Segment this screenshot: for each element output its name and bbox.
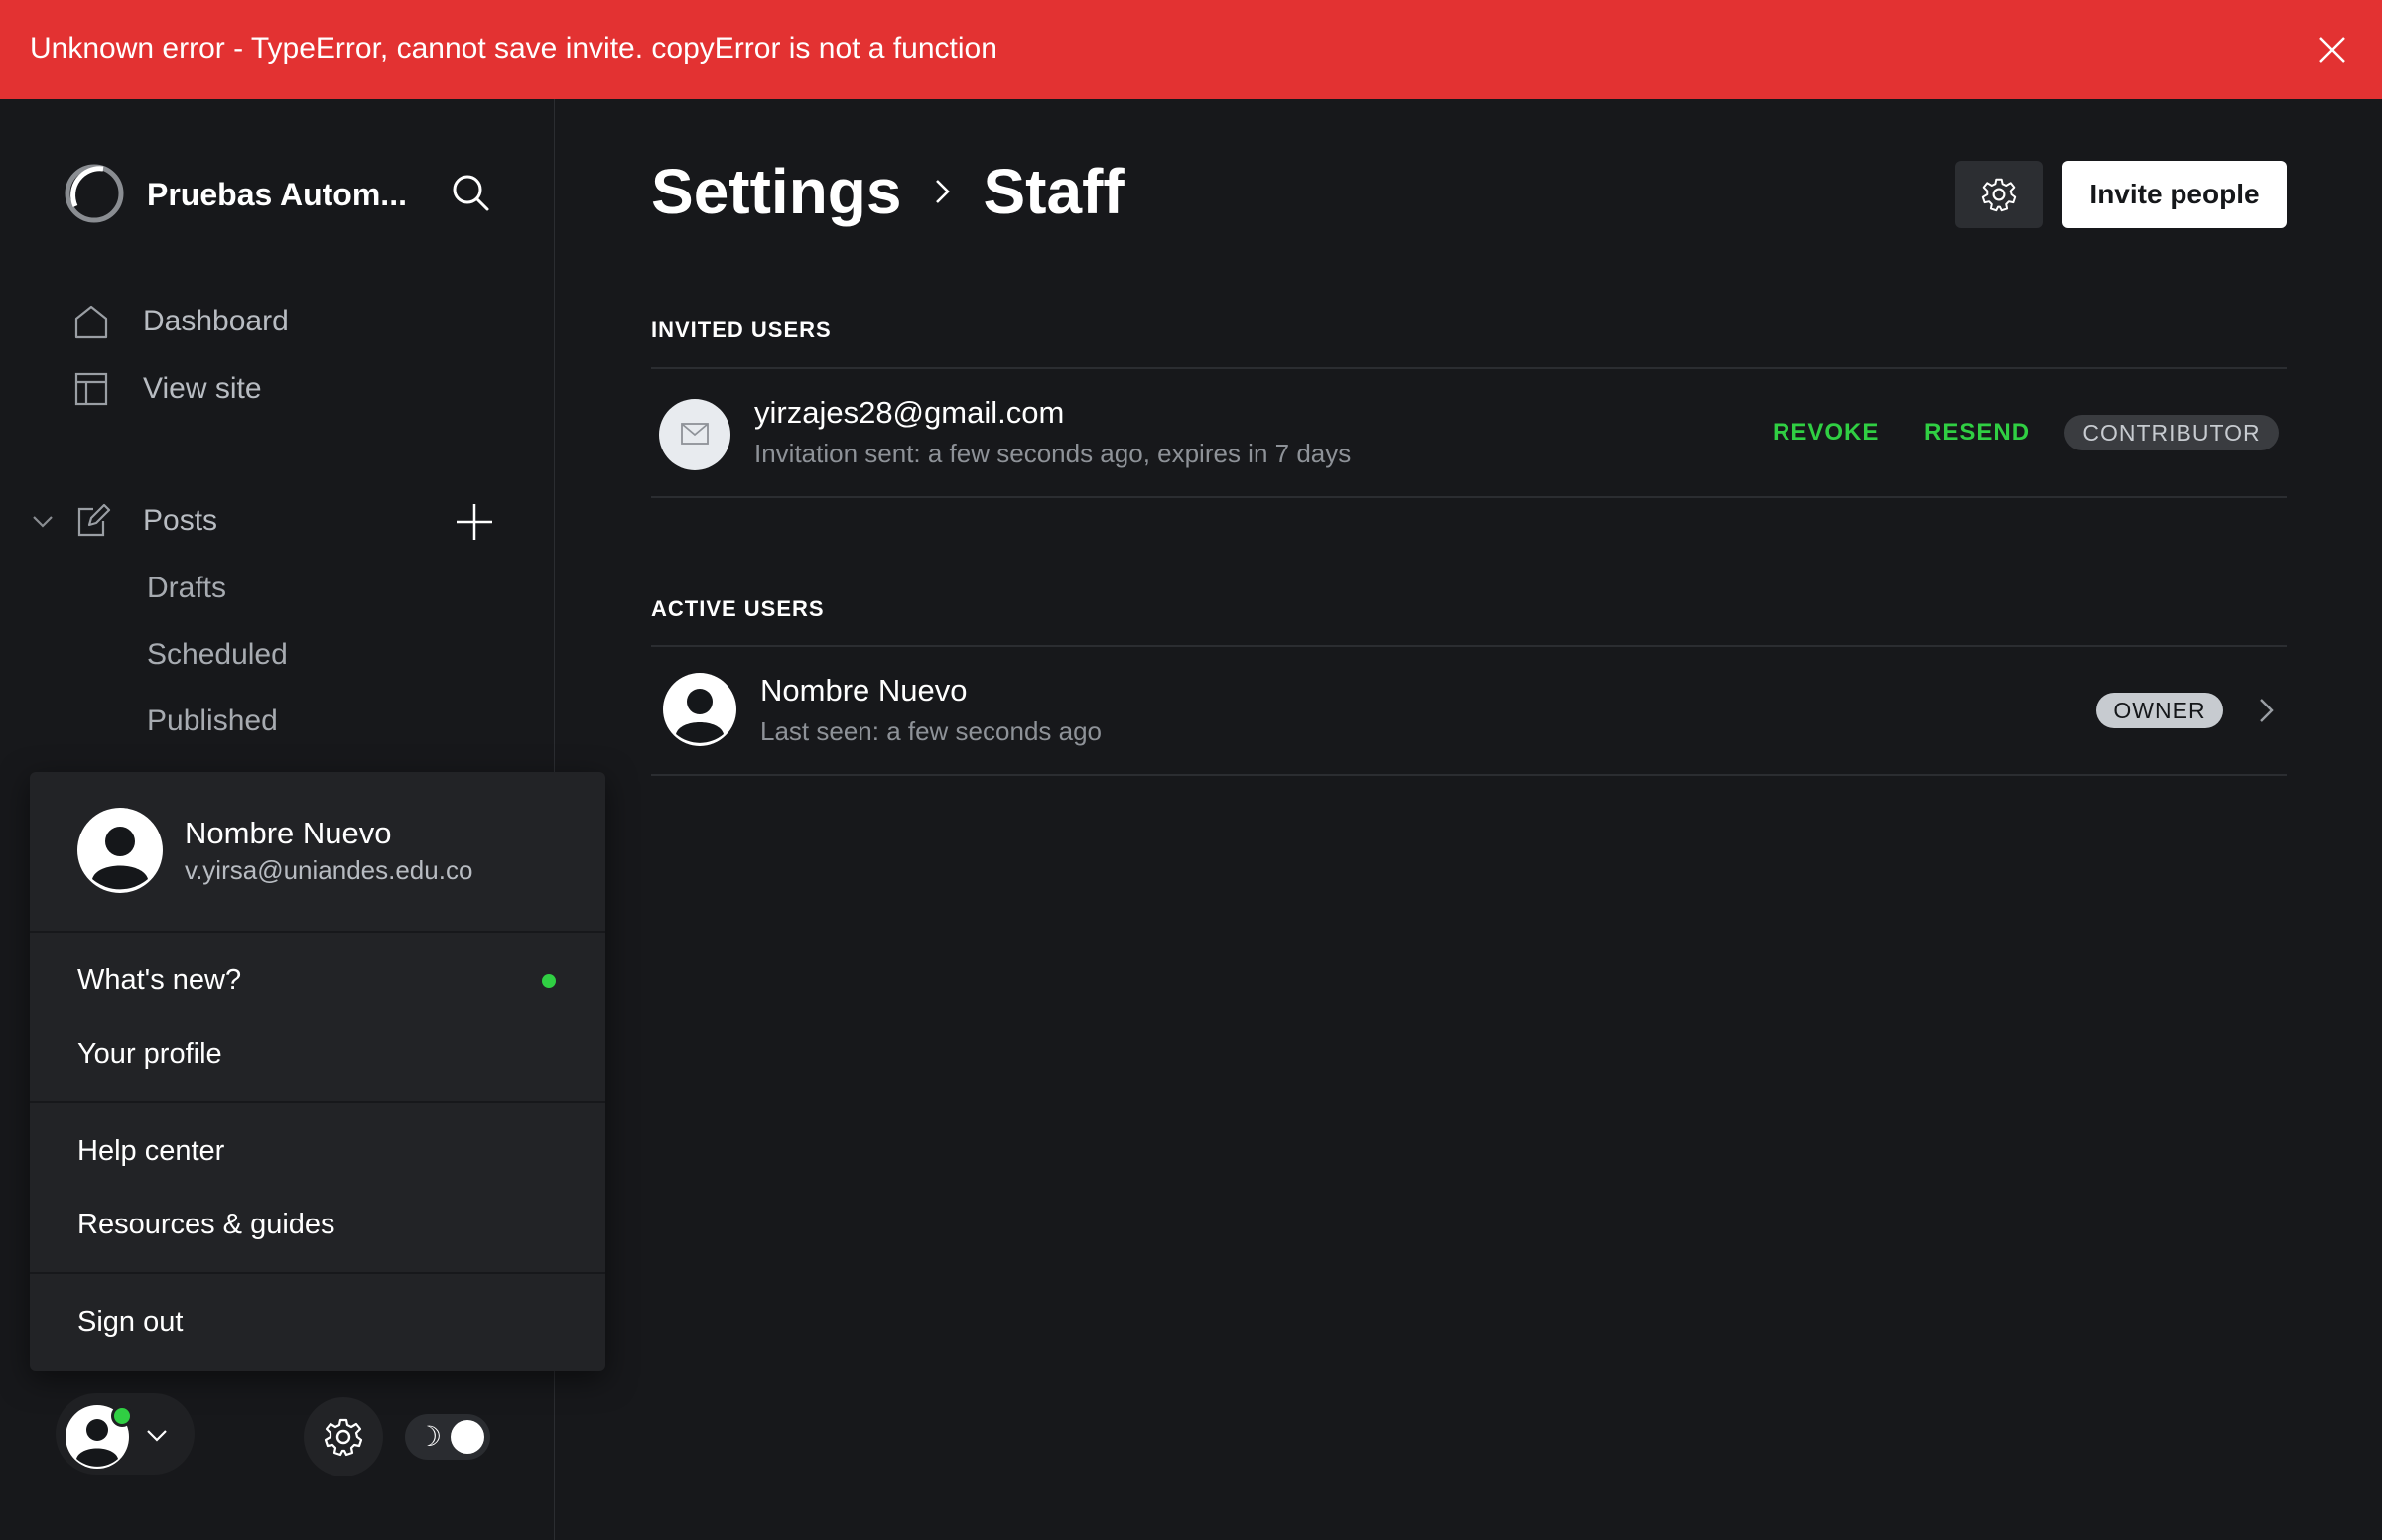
menu-item-sign-out[interactable]: Sign out [77, 1306, 183, 1339]
gear-icon [324, 1418, 363, 1457]
sidebar-item-drafts[interactable]: Drafts [147, 572, 226, 605]
sidebar-item-posts[interactable]: Posts [71, 501, 217, 541]
close-icon[interactable] [2316, 34, 2348, 65]
settings-button[interactable] [304, 1397, 383, 1476]
site-logo-icon[interactable] [64, 163, 125, 224]
menu-item-whats-new[interactable]: What's new? [77, 964, 241, 997]
error-banner: Unknown error - TypeError, cannot save i… [0, 0, 2382, 99]
divider [651, 774, 2287, 776]
site-title[interactable]: Pruebas Autom... [147, 177, 407, 213]
home-icon [74, 305, 108, 339]
divider [30, 931, 605, 933]
new-indicator-dot [542, 974, 556, 988]
active-user-row[interactable]: Nombre Nuevo Last seen: a few seconds ag… [651, 647, 2287, 774]
divider [30, 1272, 605, 1274]
online-status-dot [111, 1405, 133, 1427]
avatar [663, 673, 736, 746]
active-users-heading: ACTIVE USERS [651, 596, 825, 621]
search-icon[interactable] [449, 171, 492, 214]
revoke-button[interactable]: REVOKE [1773, 419, 1879, 447]
divider [30, 1101, 605, 1103]
sidebar-item-label: Dashboard [143, 305, 289, 337]
error-message: Unknown error - TypeError, cannot save i… [30, 32, 997, 64]
breadcrumb: Settings Staff [651, 155, 1125, 228]
sidebar-item-published[interactable]: Published [147, 705, 278, 738]
chevron-down-icon[interactable] [30, 508, 56, 534]
add-post-icon[interactable] [453, 500, 496, 544]
menu-item-resources[interactable]: Resources & guides [77, 1209, 335, 1241]
last-seen: Last seen: a few seconds ago [760, 716, 1103, 746]
chevron-right-icon[interactable] [2251, 696, 2281, 725]
layout-icon [74, 372, 108, 406]
page-title: Staff [983, 156, 1125, 227]
breadcrumb-settings[interactable]: Settings [651, 155, 901, 228]
theme-toggle[interactable]: ☽ [405, 1414, 490, 1460]
invited-email: yirzajes28@gmail.com [754, 395, 1065, 430]
avatar [77, 808, 163, 893]
chevron-down-icon [147, 1430, 167, 1442]
envelope-icon [681, 423, 709, 445]
resend-button[interactable]: RESEND [1924, 419, 2030, 447]
sidebar-item-label: Posts [143, 504, 218, 537]
role-badge: CONTRIBUTOR [2064, 415, 2279, 450]
edit-icon [77, 503, 111, 537]
sidebar-item-scheduled[interactable]: Scheduled [147, 638, 288, 672]
invited-users-heading: INVITED USERS [651, 318, 832, 342]
role-badge: OWNER [2096, 693, 2223, 728]
invite-avatar [659, 399, 730, 470]
user-name: Nombre Nuevo [760, 673, 968, 707]
staff-settings-button[interactable] [1955, 161, 2043, 228]
divider [651, 496, 2287, 498]
user-name: Nombre Nuevo [185, 816, 392, 850]
sidebar-item-view-site[interactable]: View site [71, 369, 262, 409]
invited-user-row[interactable]: yirzajes28@gmail.com Invitation sent: a … [651, 369, 2287, 496]
invite-people-button[interactable]: Invite people [2062, 161, 2287, 228]
user-menu: Nombre Nuevo v.yirsa@uniandes.edu.co Wha… [30, 772, 605, 1371]
invite-status: Invitation sent: a few seconds ago, expi… [754, 439, 1352, 468]
sidebar-item-dashboard[interactable]: Dashboard [71, 302, 289, 341]
gear-icon [1981, 178, 2017, 212]
user-email: v.yirsa@uniandes.edu.co [185, 855, 473, 885]
sidebar-item-label: View site [143, 372, 262, 405]
moon-icon: ☽ [417, 1421, 443, 1452]
chevron-right-icon [936, 180, 951, 203]
user-menu-button[interactable] [56, 1393, 195, 1475]
menu-item-help-center[interactable]: Help center [77, 1135, 224, 1168]
toggle-knob [451, 1420, 484, 1454]
menu-item-your-profile[interactable]: Your profile [77, 1038, 222, 1071]
